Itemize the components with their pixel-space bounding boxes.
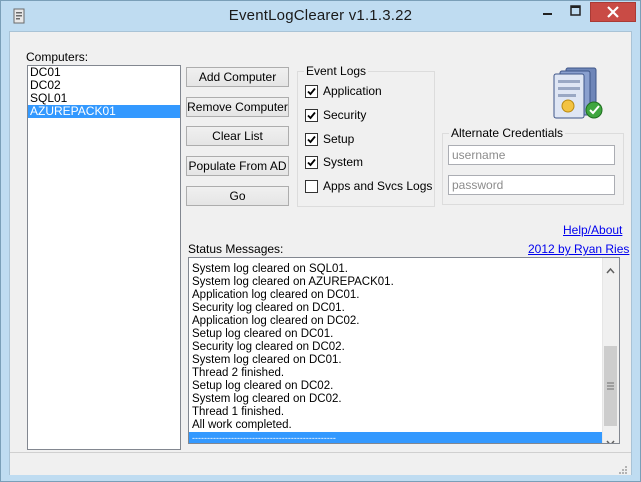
status-message-line[interactable]: Security log cleared on DC01.	[189, 302, 619, 315]
title-bar[interactable]: EventLogClearer v1.1.3.22	[1, 1, 640, 31]
status-message-line[interactable]: Security log cleared on DC02.	[189, 341, 619, 354]
status-message-line[interactable]: System log cleared on SQL01.	[189, 263, 619, 276]
event-logs-title: Event Logs	[304, 64, 369, 78]
status-message-line[interactable]: Thread 1 finished.	[189, 406, 619, 419]
scroll-down-icon[interactable]	[606, 433, 615, 443]
go-button[interactable]: Go	[186, 186, 289, 206]
status-message-line[interactable]: Application log cleared on DC01.	[189, 289, 619, 302]
status-strip	[10, 452, 631, 475]
event-log-checkbox[interactable]	[305, 133, 318, 146]
status-message-line[interactable]: Thread 2 finished.	[189, 367, 619, 380]
computers-listbox[interactable]: DC01 DC02 SQL01 AZUREPACK01	[27, 65, 181, 450]
event-log-checkbox[interactable]	[305, 85, 318, 98]
app-window: EventLogClearer v1.1.3.22 Computers: DC0…	[0, 0, 641, 482]
event-log-label[interactable]: Apps and Svcs Logs	[323, 179, 432, 193]
client-area: Computers: DC01 DC02 SQL01 AZUREPACK01 Add …	[9, 31, 632, 475]
status-vertical-scrollbar[interactable]	[602, 258, 619, 443]
minimize-button[interactable]	[534, 2, 561, 22]
username-input[interactable]: username	[448, 145, 615, 165]
status-messages-list[interactable]: System log cleared on SQL01. System log c…	[188, 257, 620, 444]
event-log-checkbox[interactable]	[305, 156, 318, 169]
status-message-line[interactable]: Setup log cleared on DC02.	[189, 380, 619, 393]
status-message-line[interactable]: System log cleared on DC01.	[189, 354, 619, 367]
maximize-button[interactable]	[562, 2, 589, 22]
add-computer-button[interactable]: Add Computer	[186, 67, 289, 87]
event-log-label[interactable]: Application	[323, 84, 382, 98]
close-button[interactable]	[590, 2, 636, 22]
status-message-line[interactable]: Application log cleared on DC02.	[189, 315, 619, 328]
event-log-label[interactable]: Security	[323, 108, 366, 122]
computer-list-item[interactable]: AZUREPACK01	[28, 105, 180, 118]
help-about-link[interactable]: Help/About	[563, 223, 622, 237]
scrollbar-thumb[interactable]	[604, 346, 617, 426]
status-message-line[interactable]: System log cleared on DC02.	[189, 393, 619, 406]
status-message-line[interactable]: System log cleared on AZUREPACK01.	[189, 276, 619, 289]
alternate-credentials-title: Alternate Credentials	[449, 126, 566, 140]
password-input[interactable]: password	[448, 175, 615, 195]
event-log-clearer-logo	[548, 62, 608, 126]
event-log-label[interactable]: System	[323, 155, 363, 169]
event-log-checkbox[interactable]	[305, 180, 318, 193]
status-message-line[interactable]: ----------------------------------------…	[189, 432, 619, 443]
status-message-line[interactable]: Setup log cleared on DC01.	[189, 328, 619, 341]
status-messages-label: Status Messages:	[188, 242, 284, 256]
event-log-label[interactable]: Setup	[323, 132, 354, 146]
author-link[interactable]: 2012 by Ryan Ries	[528, 242, 629, 256]
scroll-up-icon[interactable]	[606, 261, 615, 279]
resize-grip-icon[interactable]	[618, 462, 628, 474]
clear-list-button[interactable]: Clear List	[186, 126, 289, 146]
computers-label: Computers:	[26, 50, 89, 64]
status-message-line[interactable]: All work completed.	[189, 419, 619, 432]
remove-computer-button[interactable]: Remove Computer	[186, 97, 289, 117]
status-lines: System log cleared on SQL01. System log c…	[189, 263, 619, 443]
event-log-checkbox[interactable]	[305, 109, 318, 122]
populate-from-ad-button[interactable]: Populate From AD	[186, 156, 289, 176]
